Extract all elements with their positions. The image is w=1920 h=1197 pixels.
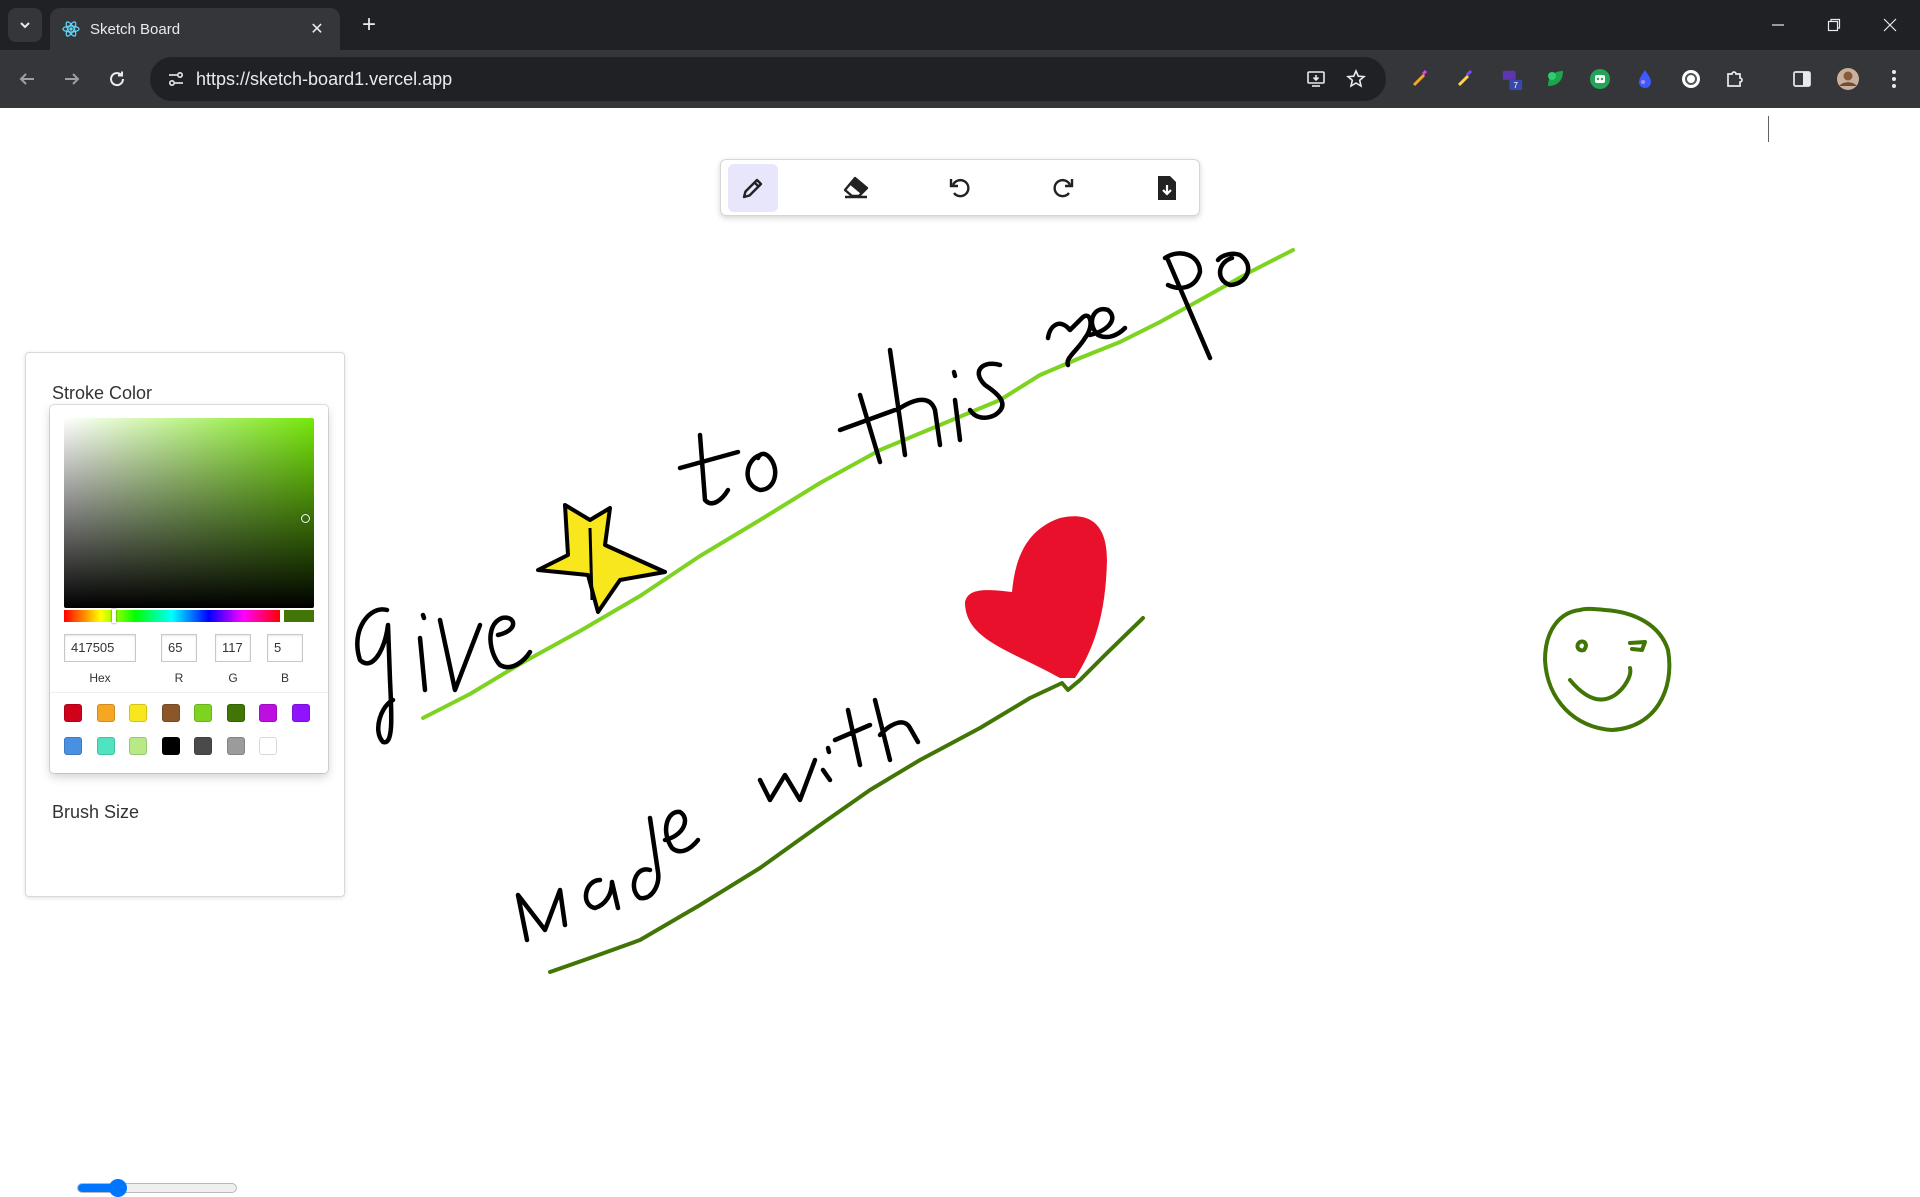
drop-extension-icon[interactable] — [1633, 67, 1657, 91]
minimize-icon — [1772, 24, 1784, 26]
robot-extension-icon[interactable] — [1588, 67, 1612, 91]
saturation-handle[interactable] — [301, 514, 310, 523]
redo-button[interactable] — [1038, 164, 1088, 212]
red-input[interactable]: 65 — [161, 634, 197, 662]
handwriting-repo — [1045, 251, 1251, 368]
circle-extension-icon[interactable] — [1679, 67, 1703, 91]
preset-swatch[interactable] — [129, 704, 147, 722]
redo-icon — [1053, 178, 1074, 198]
leaf-extension-icon[interactable] — [1543, 67, 1567, 91]
browser-tab[interactable]: Sketch Board ✕ — [50, 8, 340, 50]
preset-swatch[interactable] — [161, 737, 180, 755]
chrome-menu-icon[interactable] — [1882, 67, 1906, 91]
pencil-icon — [742, 178, 763, 199]
preset-swatch[interactable] — [129, 737, 147, 755]
handwriting-this — [837, 347, 1005, 465]
hex-input[interactable]: 417505 — [64, 634, 136, 662]
download-file-icon — [1158, 176, 1176, 200]
browser-toolbar: https://sketch-board1.vercel.app 7 — [0, 50, 1920, 142]
hue-handle[interactable] — [112, 609, 116, 623]
preset-swatch[interactable] — [64, 704, 82, 722]
close-icon — [1883, 18, 1897, 32]
browser-tabstrip: Sketch Board ✕ + — [0, 0, 1920, 50]
bookmark-star-icon[interactable] — [1342, 65, 1370, 93]
hue-slider[interactable] — [64, 609, 280, 623]
color-picker: 417505 65 117 5 Hex R G B — [50, 405, 328, 773]
new-tab-button[interactable]: + — [354, 10, 384, 40]
green-input[interactable]: 117 — [215, 634, 251, 662]
star-doodle — [536, 503, 667, 614]
heart-doodle — [965, 516, 1107, 678]
hex-label: Hex — [89, 671, 111, 685]
eraser-icon — [843, 176, 869, 199]
restore-icon — [1827, 18, 1841, 32]
tab-search-button[interactable] — [8, 8, 42, 42]
extension-badge-count: 7 — [1513, 80, 1518, 90]
minimize-button[interactable] — [1750, 0, 1806, 50]
preset-swatch[interactable] — [96, 704, 115, 722]
forward-button[interactable] — [55, 62, 89, 96]
blue-input[interactable]: 5 — [267, 634, 303, 662]
blue-label: B — [280, 671, 289, 685]
preset-swatch[interactable] — [226, 737, 245, 755]
tab-title: Sketch Board — [90, 20, 181, 38]
puzzle-extensions-icon[interactable] — [1723, 67, 1747, 91]
tab-close-icon[interactable]: ✕ — [306, 19, 328, 39]
saturation-area[interactable] — [64, 418, 314, 608]
stroke-color-title: Stroke Color — [52, 383, 153, 403]
preset-swatch[interactable] — [194, 704, 212, 722]
green-label: G — [228, 671, 238, 685]
back-button[interactable] — [10, 62, 44, 96]
install-app-icon[interactable] — [1302, 65, 1330, 93]
brush-size-slider[interactable] — [77, 1179, 237, 1197]
color-picker-extension-icon[interactable] — [1453, 67, 1477, 91]
settings-panel: Stroke Color 417505 65 117 5 Hex R G B B… — [25, 352, 345, 1197]
chevron-down-icon — [20, 22, 30, 29]
preset-swatch[interactable] — [259, 737, 277, 755]
side-panel-icon[interactable] — [1790, 67, 1814, 91]
address-bar[interactable]: https://sketch-board1.vercel.app — [150, 57, 1386, 101]
pen-extension-icon[interactable] — [1408, 67, 1432, 91]
handwriting-to — [677, 432, 778, 506]
picker-divider — [50, 692, 328, 693]
brush-size-title: Brush Size — [52, 802, 140, 822]
eraser-tool-button[interactable] — [831, 164, 881, 212]
handwriting-made-with — [515, 697, 921, 943]
site-info-icon[interactable] — [162, 65, 190, 93]
stack-extension-icon[interactable]: 7 — [1500, 67, 1524, 91]
download-button[interactable] — [1142, 164, 1192, 212]
preset-swatch[interactable] — [161, 704, 180, 722]
brush-size-thumb[interactable] — [108, 1179, 127, 1197]
preset-swatch[interactable] — [194, 737, 212, 755]
preset-swatch[interactable] — [226, 704, 245, 722]
profile-avatar[interactable] — [1836, 67, 1860, 91]
undo-button[interactable] — [935, 164, 985, 212]
reload-icon — [110, 71, 125, 87]
url-text: https://sketch-board1.vercel.app — [196, 69, 453, 89]
arrow-left-icon — [19, 73, 34, 85]
pencil-tool-button[interactable] — [728, 164, 778, 212]
preset-swatch[interactable] — [96, 737, 115, 755]
preset-swatch[interactable] — [64, 737, 82, 755]
react-logo-icon — [62, 20, 80, 38]
undo-icon — [949, 178, 970, 198]
current-color-swatch — [284, 610, 314, 622]
drawing-toolbar — [720, 159, 1200, 216]
smiley-face-doodle — [1543, 606, 1672, 732]
star-center-stroke — [588, 527, 594, 601]
restore-button[interactable] — [1806, 0, 1862, 50]
reload-button[interactable] — [100, 62, 134, 96]
close-window-button[interactable] — [1862, 0, 1918, 50]
preset-swatch[interactable] — [291, 704, 310, 722]
red-label: R — [174, 671, 184, 685]
preset-swatch[interactable] — [259, 704, 277, 722]
underline-stroke-top — [421, 248, 1295, 720]
arrow-right-icon — [65, 73, 80, 85]
